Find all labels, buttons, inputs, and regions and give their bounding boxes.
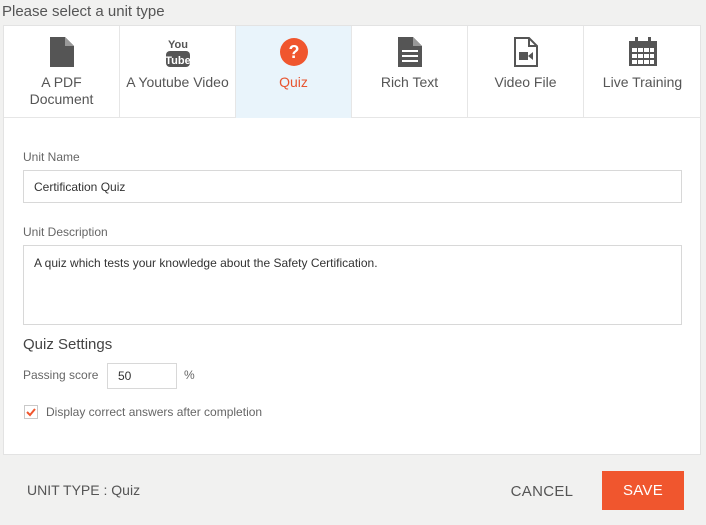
tab-pdf-document[interactable]: A PDF Document — [4, 26, 120, 118]
checkmark-icon — [26, 408, 36, 417]
cancel-button[interactable]: CANCEL — [500, 472, 584, 510]
tab-youtube-video[interactable]: You Tube A Youtube Video — [120, 26, 236, 118]
video-file-icon — [468, 36, 583, 68]
youtube-icon: You Tube — [120, 36, 235, 68]
text-document-icon — [352, 36, 467, 68]
tab-label: A Youtube Video — [126, 74, 229, 90]
svg-text:?: ? — [288, 42, 299, 62]
calendar-icon — [584, 36, 701, 68]
percent-symbol: % — [184, 368, 195, 382]
passing-score-label: Passing score — [23, 368, 99, 382]
tab-rich-text[interactable]: Rich Text — [352, 26, 468, 118]
unit-type-prompt: Please select a unit type — [2, 3, 165, 20]
unit-form-card: A PDF Document You Tube A Youtube Video … — [3, 25, 701, 455]
display-answers-label: Display correct answers after completion — [46, 405, 263, 419]
tab-live-training[interactable]: Live Training — [584, 26, 701, 118]
unit-description-input[interactable]: A quiz which tests your knowledge about … — [23, 245, 682, 325]
unit-type-tabs: A PDF Document You Tube A Youtube Video … — [4, 26, 701, 118]
tab-quiz[interactable]: ? Quiz — [236, 26, 352, 118]
unit-name-label: Unit Name — [23, 150, 80, 164]
tab-label: Live Training — [602, 74, 683, 90]
footer-unit-type: UNIT TYPE : Quiz — [27, 482, 141, 498]
svg-text:You: You — [168, 39, 188, 51]
unit-name-input[interactable] — [23, 170, 682, 203]
question-circle-icon: ? — [236, 36, 351, 68]
tab-label: A PDF Document — [29, 74, 94, 107]
svg-text:Tube: Tube — [165, 55, 190, 67]
display-answers-checkbox[interactable] — [24, 405, 38, 419]
quiz-settings-title: Quiz Settings — [23, 336, 113, 353]
tab-label: Rich Text — [380, 74, 439, 90]
unit-description-label: Unit Description — [23, 225, 108, 239]
save-button[interactable]: SAVE — [602, 471, 684, 510]
tab-label: Quiz — [279, 74, 308, 90]
tab-label: Video File — [494, 74, 557, 90]
tab-video-file[interactable]: Video File — [468, 26, 584, 118]
pdf-document-icon — [4, 36, 119, 68]
passing-score-input[interactable] — [107, 363, 177, 389]
